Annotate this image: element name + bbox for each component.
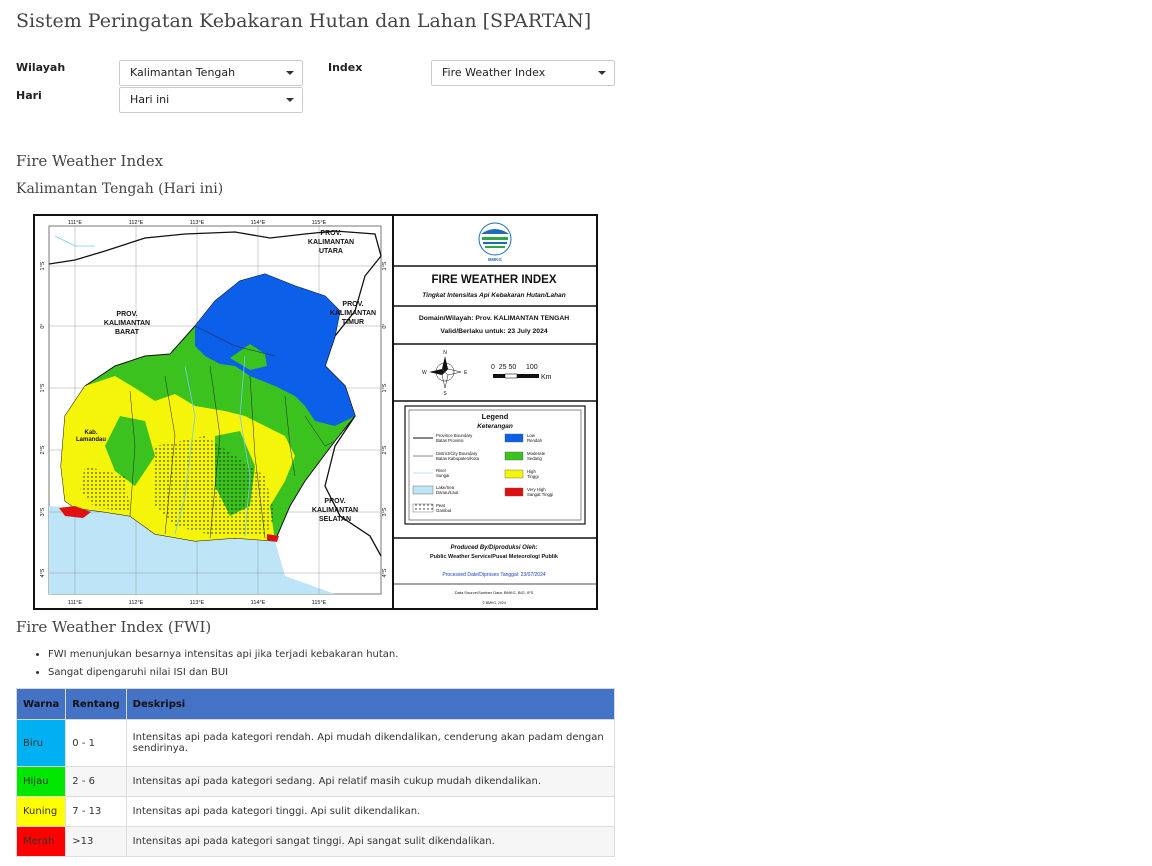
range-cell: 7 - 13 [65, 796, 127, 827]
range-cell: 0 - 1 [65, 719, 127, 767]
lat-tick-label: 1°S [40, 261, 46, 270]
wilayah-select[interactable]: Kalimantan Tengah [119, 60, 303, 86]
panel-domain: Domain/Wilayah: Prov. KALIMANTAN TENGAH [419, 315, 569, 322]
svg-text:E: E [464, 370, 468, 376]
fwi-notes: FWI menunjukan besarnya intensitas api j… [32, 646, 398, 682]
legend-class-item: High Tinggi [504, 469, 539, 479]
header-rentang: Rentang [65, 688, 127, 720]
lat-tick-label: 0° [40, 323, 46, 328]
description-cell: Intensitas api pada kategori sangat ting… [125, 826, 616, 857]
lat-tick-label: 1°S [382, 261, 388, 270]
svg-text:W: W [422, 370, 427, 376]
fwi-section-title: Fire Weather Index (FWI) [16, 618, 212, 636]
scale-bar [493, 373, 539, 379]
list-item: FWI menunjukan besarnya intensitas api j… [48, 646, 398, 664]
copyright: © BMKG, 2024 [482, 601, 506, 605]
table-row: Hijau 2 - 6 Intensitas api pada kategori… [15, 766, 616, 797]
color-cell: Kuning [15, 796, 67, 827]
description-cell: Intensitas api pada kategori sedang. Api… [125, 766, 616, 797]
lat-tick-label: 1°S [40, 383, 46, 392]
legend-title: Legend [482, 412, 509, 421]
lon-tick-label: 115°E [312, 600, 327, 606]
lon-tick-label: 113°E [190, 220, 205, 226]
panel-title: FIRE WEATHER INDEX [431, 274, 556, 286]
map-info-panel: BMKG FIRE WEATHER INDEX Tingkat Intensit… [392, 216, 596, 608]
lon-tick-label: 111°E [68, 600, 83, 606]
svg-text:N: N [443, 350, 447, 356]
lat-tick-label: 3°S [382, 507, 388, 516]
lon-tick-label: 115°E [312, 220, 327, 226]
legend-line-item: Lake/Sea Danau/Laut [412, 485, 459, 495]
processed-date: Processed Date/Diproses Tanggal: 23/07/2… [442, 572, 546, 578]
lat-tick-label: 4°S [40, 568, 46, 577]
lat-tick-label: 1°S [382, 383, 388, 392]
table-row: Kuning 7 - 13 Intensitas api pada katego… [15, 796, 616, 827]
lon-tick-label: 111°E [68, 220, 83, 226]
lon-tick-label: 112°E [129, 600, 144, 606]
page-title: Sistem Peringatan Kebakaran Hutan dan La… [16, 10, 592, 32]
lat-tick-label: 0° [382, 323, 388, 328]
table-row: Biru 0 - 1 Intensitas api pada kategori … [15, 719, 616, 767]
header-warna: Warna [15, 688, 67, 720]
table-row: Merah >13 Intensitas api pada kategori s… [15, 826, 616, 857]
lat-tick-label: 4°S [382, 568, 388, 577]
produced-by: Produced By/Diproduksi Oleh: [450, 545, 537, 551]
legend-subtitle: Keterangan [477, 423, 513, 430]
hari-label: Hari [16, 89, 42, 102]
scale-unit: Km [541, 374, 552, 381]
lon-tick-label: 113°E [190, 600, 205, 606]
map-svg: PROV. KALIMANTAN UTARA PROV. KALIMANTAN BARA… [35, 216, 596, 608]
lat-tick-label: 3°S [40, 507, 46, 516]
color-cell: Merah [15, 826, 67, 857]
lat-tick-label: 2°S [382, 445, 388, 454]
range-cell: >13 [65, 826, 127, 857]
color-cell: Hijau [15, 766, 67, 797]
panel-valid: Valid/Berlaku untuk: 23 July 2024 [440, 328, 548, 335]
chevron-down-icon [286, 98, 294, 102]
bmkg-logo: BMKG [478, 222, 512, 262]
wilayah-select-value: Kalimantan Tengah [130, 66, 236, 79]
range-cell: 2 - 6 [65, 766, 127, 797]
fwi-map-image: PROV. KALIMANTAN UTARA PROV. KALIMANTAN BARA… [33, 214, 598, 610]
hari-select[interactable]: Hari ini [119, 87, 303, 113]
panel-subtitle: Tingkat Intensitas Api Kebakaran Hutan/L… [422, 292, 565, 299]
lon-tick-label: 114°E [251, 220, 266, 226]
lat-tick-label: 2°S [40, 445, 46, 454]
hari-select-value: Hari ini [130, 93, 170, 106]
index-select-value: Fire Weather Index [442, 66, 546, 79]
svg-text:S: S [443, 391, 447, 397]
chevron-down-icon [598, 71, 606, 75]
svg-text:District/City BoundaryBatas Ka: District/City Boundary Batas Kabupaten/Ko… [436, 451, 480, 461]
compass-icon: N S E W [422, 350, 468, 397]
header-deskripsi: Deskripsi [125, 688, 616, 720]
region-heading: Kalimantan Tengah (Hari ini) [16, 181, 224, 197]
color-cell: Biru [15, 719, 67, 767]
logo-text: BMKG [488, 257, 502, 262]
lon-tick-label: 112°E [129, 220, 144, 226]
table-header-row: Warna Rentang Deskripsi [15, 688, 616, 720]
chevron-down-icon [286, 71, 294, 75]
fwi-table: Warna Rentang Deskripsi Biru 0 - 1 Inten… [15, 688, 616, 857]
index-select[interactable]: Fire Weather Index [431, 60, 615, 86]
description-cell: Intensitas api pada kategori tinggi. Api… [125, 796, 616, 827]
description-cell: Intensitas api pada kategori rendah. Api… [125, 719, 616, 767]
data-source: Data Source/Sumber Data: BMKG, BIG, IFS [455, 590, 534, 595]
producer: Public Weather Service/Pusat Meteorologi… [430, 554, 559, 560]
list-item: Sangat dipengaruhi nilai ISI dan BUI [48, 664, 398, 682]
lon-tick-label: 114°E [251, 600, 266, 606]
wilayah-label: Wilayah [16, 61, 66, 74]
index-heading: Fire Weather Index [16, 152, 164, 170]
index-label: Index [328, 61, 363, 74]
scale-label: 0 25 50 100 [491, 364, 538, 371]
